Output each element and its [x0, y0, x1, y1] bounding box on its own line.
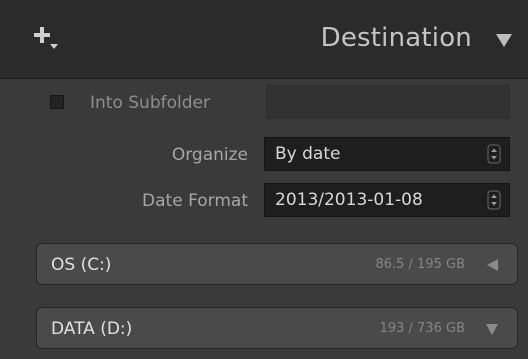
- triangle-left-icon[interactable]: [483, 256, 501, 274]
- organize-select[interactable]: By date: [264, 137, 510, 171]
- date-format-row: Date Format 2013/2013-01-08: [0, 181, 528, 221]
- select-arrows-icon: [487, 190, 501, 210]
- volume-usage: 86.5 / 195 GB: [375, 257, 465, 272]
- panel-title: Destination: [320, 23, 472, 53]
- organize-row: Organize By date: [0, 135, 528, 175]
- plus-with-dropdown-icon[interactable]: [32, 24, 62, 54]
- triangle-down-icon[interactable]: [494, 30, 514, 50]
- select-arrows-icon: [487, 144, 501, 164]
- subfolder-label: Into Subfolder: [90, 93, 210, 113]
- date-format-label: Date Format: [142, 191, 248, 211]
- organize-label: Organize: [171, 145, 248, 165]
- volume-name: DATA (D:): [51, 319, 133, 339]
- destination-panel: Destination Into Subfolder Organize By d…: [0, 0, 528, 359]
- volume-data-d[interactable]: DATA (D:) 193 / 736 GB: [36, 307, 518, 349]
- triangle-down-icon[interactable]: [483, 320, 501, 338]
- panel-content: Into Subfolder Organize By date Date For…: [0, 78, 528, 359]
- volume-os-c[interactable]: OS (C:) 86.5 / 195 GB: [36, 243, 518, 285]
- subfolder-checkbox[interactable]: [50, 95, 64, 109]
- panel-header[interactable]: Destination: [0, 0, 528, 78]
- volume-name: OS (C:): [51, 255, 112, 275]
- date-format-value: 2013/2013-01-08: [275, 190, 423, 210]
- organize-value: By date: [275, 144, 341, 164]
- volume-usage: 193 / 736 GB: [379, 321, 465, 336]
- subfolder-name-input[interactable]: [266, 85, 510, 119]
- date-format-select[interactable]: 2013/2013-01-08: [264, 183, 510, 217]
- subfolder-row: Into Subfolder: [0, 83, 528, 123]
